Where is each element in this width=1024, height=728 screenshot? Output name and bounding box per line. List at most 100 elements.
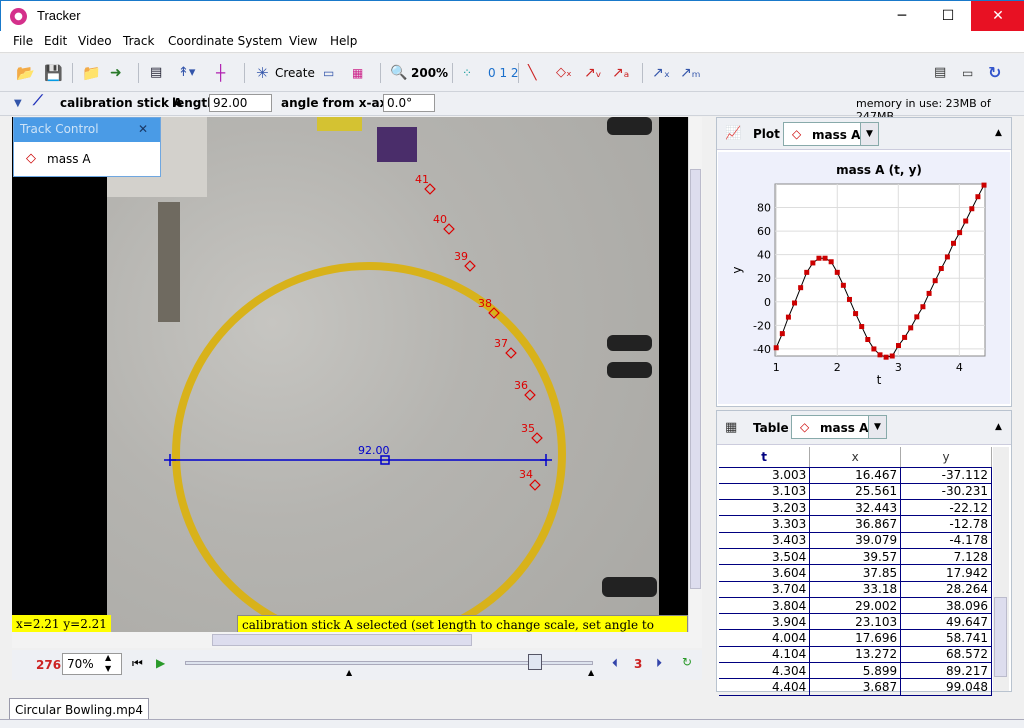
- cell-y[interactable]: -4.178: [900, 532, 992, 549]
- track-list-icon[interactable]: ▭: [323, 62, 334, 84]
- column-header-y[interactable]: y: [900, 447, 992, 468]
- path-icon[interactable]: ╲: [528, 62, 536, 84]
- cell-y[interactable]: -37.112: [900, 467, 992, 484]
- table-row[interactable]: 3.303 36.867 -12.78: [719, 515, 992, 533]
- cell-t[interactable]: 3.203: [719, 499, 811, 517]
- data-point[interactable]: [877, 352, 883, 358]
- table-scrollbar[interactable]: [993, 447, 1009, 691]
- menu-coordinate-system[interactable]: Coordinate System: [168, 34, 282, 48]
- table-dropdown-chevron-icon[interactable]: ▼: [868, 416, 886, 438]
- data-point[interactable]: [773, 345, 779, 351]
- description-icon[interactable]: ▭: [962, 62, 973, 84]
- data-point[interactable]: [969, 206, 975, 212]
- cell-t[interactable]: 3.403: [719, 532, 811, 549]
- column-header-x[interactable]: x: [809, 447, 902, 468]
- cell-y[interactable]: 38.096: [900, 597, 992, 615]
- data-point[interactable]: [889, 353, 895, 359]
- table-row[interactable]: 3.003 16.467 -37.112: [719, 467, 992, 484]
- cell-y[interactable]: 99.048: [900, 678, 992, 696]
- data-point[interactable]: [883, 354, 889, 360]
- position-icon[interactable]: ◇ₓ: [556, 62, 572, 84]
- close-button[interactable]: ✕: [971, 1, 1024, 32]
- data-point[interactable]: [932, 278, 938, 284]
- table-row[interactable]: 3.504 39.57 7.128: [719, 548, 992, 566]
- table-row[interactable]: 3.704 33.18 28.264: [719, 581, 992, 598]
- spinner-down-icon[interactable]: ▼: [105, 664, 111, 673]
- xm-mark-icon[interactable]: ↗ₘ: [680, 62, 700, 84]
- cell-x[interactable]: 3.687: [809, 678, 902, 696]
- cell-t[interactable]: 4.104: [719, 646, 811, 664]
- data-table[interactable]: t x y 3.003 16.467 -37.112 3.103 25.561 -30.2…: [719, 447, 992, 696]
- table-row[interactable]: 3.904 23.103 49.647: [719, 613, 992, 631]
- data-point[interactable]: [908, 325, 914, 331]
- cell-x[interactable]: 13.272: [809, 646, 902, 664]
- plot-dropdown-chevron-icon[interactable]: ▼: [860, 123, 878, 145]
- table-row[interactable]: 3.203 32.443 -22.12: [719, 499, 992, 517]
- data-point[interactable]: [944, 254, 950, 260]
- table-row[interactable]: 4.104 13.272 68.572: [719, 646, 992, 664]
- table-collapse-icon[interactable]: ▲: [995, 422, 1002, 432]
- play-icon[interactable]: ▶: [156, 656, 165, 670]
- table-row[interactable]: 3.103 25.561 -30.231: [719, 483, 992, 501]
- cell-y[interactable]: 7.128: [900, 548, 992, 566]
- cell-y[interactable]: 28.264: [900, 581, 992, 598]
- data-point[interactable]: [963, 218, 969, 224]
- clip-settings-icon[interactable]: ▤: [150, 62, 162, 84]
- track-menu-chevron-icon[interactable]: ▼: [14, 98, 22, 109]
- open-folder-icon[interactable]: 📂: [16, 62, 35, 84]
- cell-y[interactable]: -30.231: [900, 483, 992, 501]
- video-vertical-scrollbar[interactable]: [688, 117, 702, 632]
- data-point[interactable]: [810, 260, 816, 266]
- mass-a-markers[interactable]: 41 40 39 38 37 36 35 34: [415, 173, 543, 491]
- video-vscroll-thumb[interactable]: [690, 169, 701, 589]
- refresh-icon[interactable]: ↻: [988, 62, 1001, 84]
- cell-t[interactable]: 3.003: [719, 467, 811, 484]
- table-row[interactable]: 4.004 17.696 58.741: [719, 629, 992, 647]
- video-horizontal-scrollbar[interactable]: [12, 632, 702, 648]
- velocity-icon[interactable]: ↗ᵥ: [584, 62, 602, 84]
- cell-y[interactable]: -22.12: [900, 499, 992, 517]
- step-size[interactable]: 3: [634, 657, 642, 671]
- cell-x[interactable]: 36.867: [809, 515, 902, 533]
- coord-axes-icon[interactable]: ↟▾: [178, 62, 195, 84]
- axes-visible-icon[interactable]: ┼: [216, 62, 225, 84]
- go-to-start-icon[interactable]: ⏮: [132, 656, 143, 671]
- data-point[interactable]: [816, 255, 822, 261]
- cell-t[interactable]: 4.304: [719, 662, 811, 680]
- data-point[interactable]: [951, 240, 956, 246]
- end-marker-icon[interactable]: ▲: [588, 668, 594, 677]
- cell-x[interactable]: 16.467: [809, 467, 902, 484]
- menu-file[interactable]: File: [13, 34, 33, 48]
- marker-34[interactable]: [529, 479, 541, 491]
- cell-t[interactable]: 3.103: [719, 483, 811, 501]
- notes-icon[interactable]: ▤: [934, 62, 946, 84]
- cell-y[interactable]: 89.217: [900, 662, 992, 680]
- table-scroll-thumb[interactable]: [994, 597, 1007, 677]
- trails-icon[interactable]: ⁘: [462, 62, 472, 84]
- plot-track-dropdown[interactable]: ◇ mass A ▼: [783, 122, 879, 146]
- cell-y[interactable]: 17.942: [900, 564, 992, 582]
- loop-icon[interactable]: ↻: [682, 655, 692, 669]
- data-point[interactable]: [914, 314, 920, 320]
- data-point[interactable]: [798, 285, 804, 291]
- cell-x[interactable]: 17.696: [809, 629, 902, 647]
- table-row[interactable]: 4.404 3.687 99.048: [719, 678, 992, 696]
- labels-icon[interactable]: 0 1 2: [488, 62, 519, 84]
- spinner-up-icon[interactable]: ▲: [105, 653, 111, 662]
- data-point[interactable]: [804, 269, 810, 275]
- x-mark-icon[interactable]: ↗ₓ: [652, 62, 670, 84]
- zoom-icon[interactable]: 🔍: [390, 62, 407, 84]
- cell-t[interactable]: 4.404: [719, 678, 811, 696]
- video-overlay[interactable]: 92.00 41 40 39 38 37 36 35 34: [12, 117, 688, 632]
- data-point[interactable]: [779, 331, 785, 337]
- data-point[interactable]: [834, 269, 840, 275]
- zoom-level[interactable]: 200%: [411, 62, 448, 84]
- length-field[interactable]: [209, 94, 272, 112]
- cell-x[interactable]: 5.899: [809, 662, 902, 680]
- table-row[interactable]: 3.604 37.85 17.942: [719, 564, 992, 582]
- track-control-close-icon[interactable]: ✕: [138, 122, 148, 136]
- data-point[interactable]: [859, 324, 865, 330]
- cell-x[interactable]: 37.85: [809, 564, 902, 582]
- data-point[interactable]: [785, 314, 791, 320]
- data-point[interactable]: [975, 194, 981, 200]
